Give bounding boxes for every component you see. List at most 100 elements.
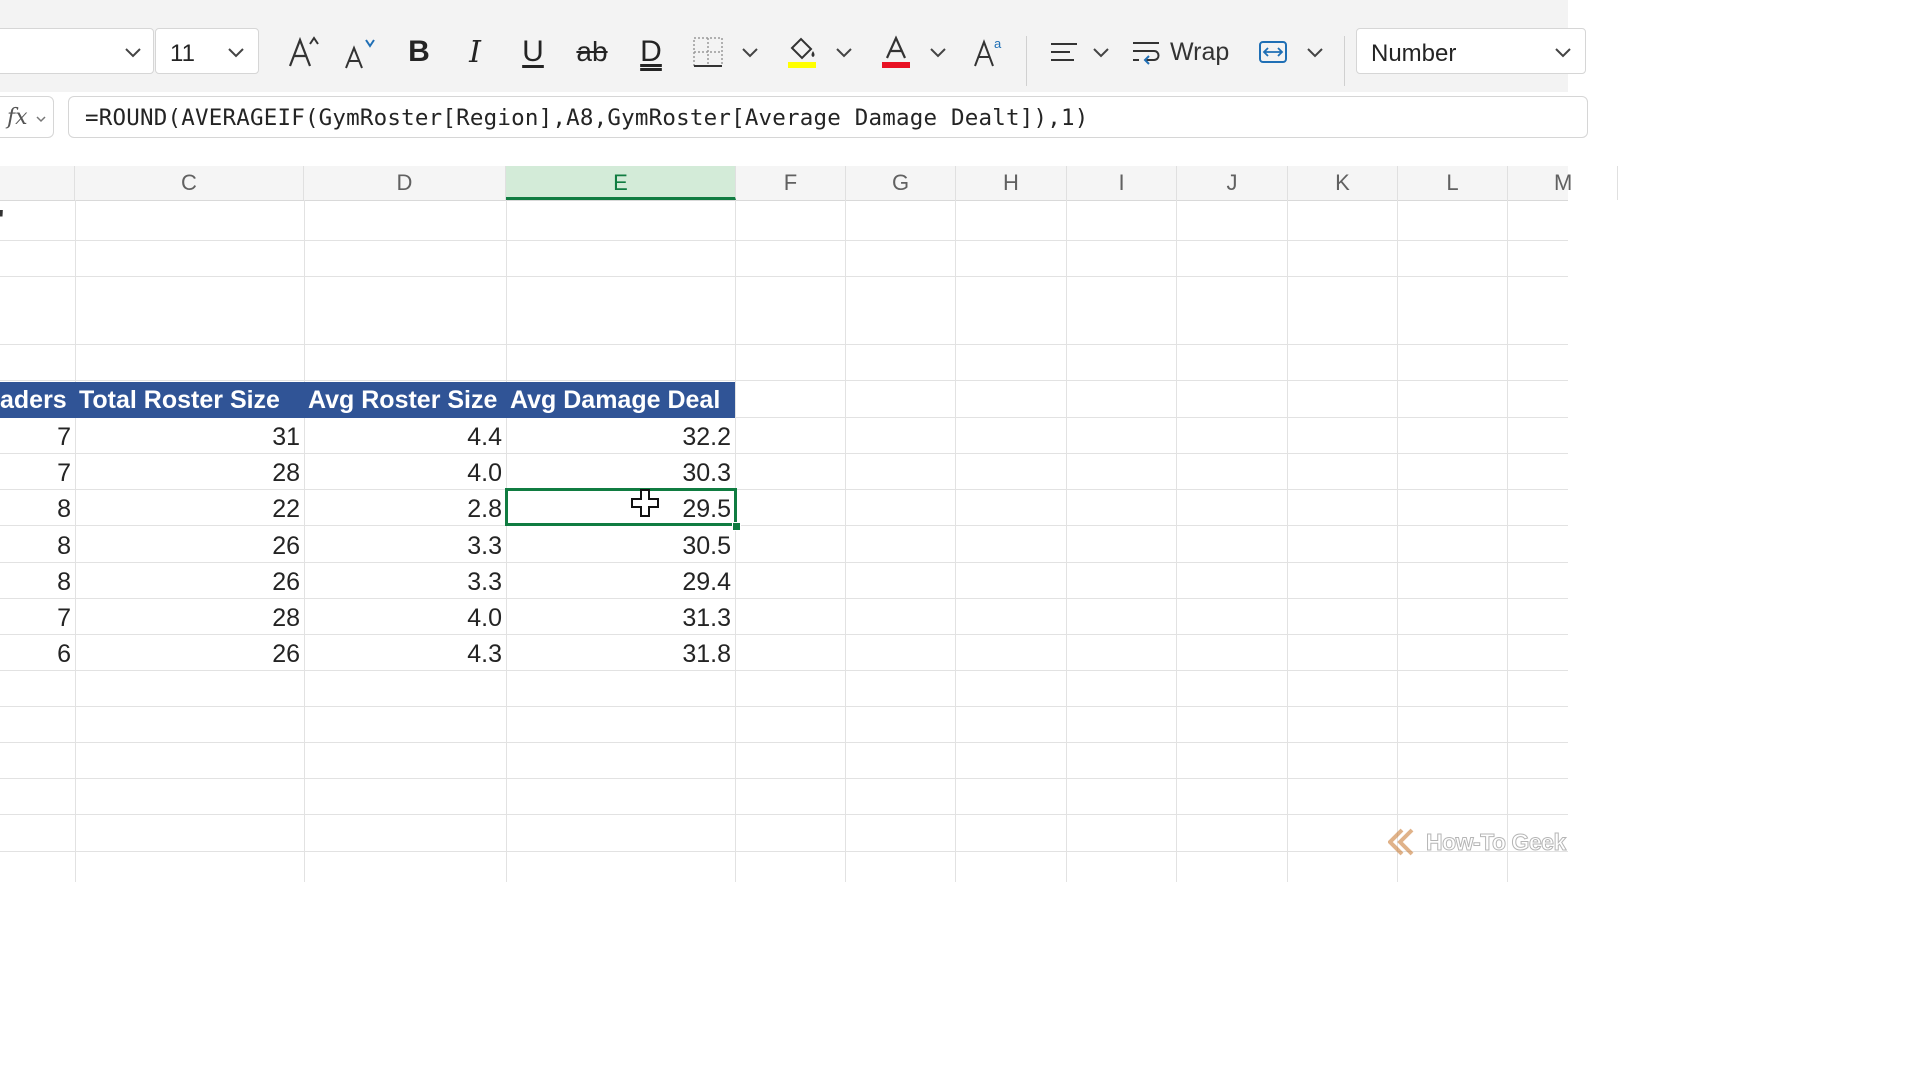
double-underline-button[interactable]: D [632,32,670,72]
table-cell[interactable]: 30.3 [506,454,735,490]
font-color-button[interactable] [876,32,916,72]
table-cell[interactable]: 7 [0,454,75,490]
table-cell[interactable]: 6 [0,635,75,671]
table-cell[interactable]: 32.2 [506,418,735,454]
table-cell[interactable]: 22 [75,490,304,526]
table-header-leaders[interactable]: aders [0,382,75,418]
table-cell[interactable]: 28 [75,454,304,490]
column-header-c[interactable]: C [75,166,304,200]
borders-button[interactable] [688,32,728,72]
table-cell[interactable]: 31 [75,418,304,454]
font-name-dropdown[interactable] [0,28,154,74]
chevron-down-icon [742,48,758,58]
fill-color-button[interactable] [782,32,822,72]
table-cell[interactable]: 26 [75,527,304,563]
insert-function-button[interactable]: fx [0,96,54,138]
table-cell[interactable]: 4.0 [304,599,506,635]
table-cell[interactable]: 31.3 [506,599,735,635]
column-header-l[interactable]: L [1398,166,1508,200]
number-format-dropdown[interactable]: Number [1356,28,1586,74]
ribbon-separator [1344,36,1345,86]
fill-handle[interactable] [732,522,741,531]
table-cell[interactable]: 8 [0,527,75,563]
chevron-down-icon [930,48,946,58]
table-cell[interactable]: 8 [0,490,75,526]
font-color-icon [882,35,910,68]
fx-icon: fx [7,105,28,130]
bold-button[interactable]: B [400,32,438,72]
formula-text: =ROUND(AVERAGEIF(GymRoster[Region],A8,Gy… [85,105,1089,131]
align-icon [1051,43,1077,61]
column-header-g[interactable]: G [846,166,956,200]
table-cell[interactable]: 4.0 [304,454,506,490]
borders-dropdown[interactable] [736,32,764,72]
table-cell[interactable]: 28 [75,599,304,635]
underline-button[interactable]: U [514,32,552,72]
table-cell[interactable]: 7 [0,599,75,635]
merge-dropdown[interactable] [1302,32,1328,72]
decrease-font-size-button[interactable] [342,32,382,72]
number-format-value: Number [1371,40,1457,67]
wrap-label: Wrap [1170,37,1230,66]
table-header-avg-roster-size[interactable]: Avg Roster Size [304,382,506,418]
font-size-value: 11 [170,40,195,67]
column-header-k[interactable]: K [1288,166,1398,200]
table-header-avg-damage-dealt[interactable]: Avg Damage Deal [506,382,735,418]
window-top-strip [0,0,1568,14]
column-header-b[interactable] [0,166,75,200]
chevron-down-icon [1307,48,1323,58]
increase-font-size-button[interactable] [284,32,324,72]
align-button[interactable] [1044,32,1084,72]
chevron-down-icon [836,48,852,58]
table-cell[interactable]: 4.4 [304,418,506,454]
table-cell[interactable]: 30.5 [506,527,735,563]
how-to-geek-logo-icon [1388,828,1414,856]
table-cell[interactable]: 26 [75,635,304,671]
decrease-font-icon [345,39,375,69]
column-header-m[interactable]: M [1508,166,1618,200]
borders-icon [693,37,723,67]
merge-button[interactable] [1254,32,1292,72]
table-cell[interactable]: 7 [0,418,75,454]
text-effects-icon: a [974,36,1002,67]
chevron-down-icon [1555,48,1571,58]
table-cell[interactable]: 2.8 [304,490,506,526]
table-cell[interactable]: 3.3 [304,527,506,563]
cell-cursor-icon [631,489,659,517]
watermark-text: How-To Geek [1426,828,1567,855]
watermark: How-To Geek [1388,828,1567,856]
font-color-dropdown[interactable] [924,32,952,72]
chevron-down-icon [228,48,244,58]
font-size-dropdown[interactable]: 11 [155,28,259,74]
wrap-text-button[interactable]: Wrap [1130,32,1238,72]
table-cell[interactable]: 29.4 [506,563,735,599]
ribbon-toolbar: 11 B I U ab D a Wrap Number [0,14,1586,93]
table-header-row: aders Total Roster Size Avg Roster Size … [0,382,735,418]
table-cell[interactable]: 26 [75,563,304,599]
column-header-f[interactable]: F [736,166,846,200]
column-header-i[interactable]: I [1067,166,1177,200]
chevron-down-icon [36,116,46,123]
table-header-total-roster-size[interactable]: Total Roster Size [75,382,304,418]
fill-color-dropdown[interactable] [830,32,858,72]
double-underline-icon: D [640,35,662,68]
strikethrough-button[interactable]: ab [572,32,612,72]
text-effects-button[interactable]: a [970,32,1010,72]
underline-icon: U [522,35,544,68]
italic-button[interactable]: I [456,32,494,72]
fill-color-icon [788,37,816,68]
svg-text:a: a [994,36,1002,51]
table-cell[interactable]: 31.8 [506,635,735,671]
partial-cell-text: ' [0,204,4,235]
column-header-j[interactable]: J [1177,166,1288,200]
table-cell[interactable]: 3.3 [304,563,506,599]
column-header-e[interactable]: E [506,166,736,200]
column-header-row: C D E F G H I J K L M [0,166,1618,201]
align-dropdown[interactable] [1088,32,1114,72]
ribbon-separator [1026,36,1027,86]
table-cell[interactable]: 4.3 [304,635,506,671]
column-header-d[interactable]: D [304,166,506,200]
table-cell[interactable]: 8 [0,563,75,599]
column-header-h[interactable]: H [956,166,1067,200]
formula-input[interactable]: =ROUND(AVERAGEIF(GymRoster[Region],A8,Gy… [68,96,1588,138]
